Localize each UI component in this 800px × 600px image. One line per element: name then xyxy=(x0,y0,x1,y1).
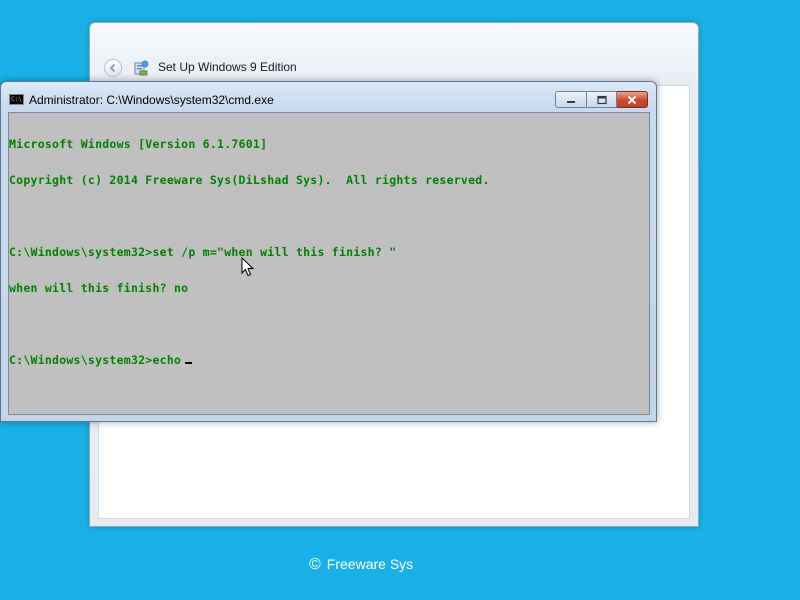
desktop: Set Up Windows 9 Edition C:\ Administrat… xyxy=(0,0,800,600)
cmd-window-title: Administrator: C:\Windows\system32\cmd.e… xyxy=(29,93,274,107)
command-prompt-icon: C:\ xyxy=(9,94,24,105)
copyright-icon: © xyxy=(309,556,321,573)
setup-header: Set Up Windows 9 Edition xyxy=(90,53,698,83)
back-arrow-icon xyxy=(109,63,116,73)
text-cursor xyxy=(185,362,193,364)
maximize-icon xyxy=(596,95,607,104)
console-output-area[interactable]: Microsoft Windows [Version 6.1.7601] Cop… xyxy=(8,112,650,415)
console-prompt-text: C:\Windows\system32>echo xyxy=(9,353,182,367)
minimize-icon xyxy=(567,100,575,103)
cmd-titlebar[interactable]: C:\ Administrator: C:\Windows\system32\c… xyxy=(1,82,656,110)
caption-buttons xyxy=(555,91,648,109)
setup-icon xyxy=(134,60,149,76)
console-line: when will this finish? no xyxy=(9,281,189,295)
mouse-pointer-icon xyxy=(241,257,255,277)
console-prompt-line[interactable]: C:\Windows\system32>echo xyxy=(9,354,490,366)
close-button[interactable] xyxy=(617,91,648,108)
back-button[interactable] xyxy=(104,59,122,77)
footer-brand: © Freeware Sys xyxy=(309,556,413,574)
footer-brand-text: Freeware Sys xyxy=(326,556,414,572)
console-line: Copyright (c) 2014 Freeware Sys(DiLshad … xyxy=(9,173,490,187)
maximize-button[interactable] xyxy=(587,91,617,108)
setup-title: Set Up Windows 9 Edition xyxy=(158,60,297,74)
console-line: Microsoft Windows [Version 6.1.7601] xyxy=(9,137,268,151)
minimize-button[interactable] xyxy=(555,91,587,108)
close-icon xyxy=(627,95,637,104)
console-text: Microsoft Windows [Version 6.1.7601] Cop… xyxy=(9,114,490,390)
command-prompt-window[interactable]: C:\ Administrator: C:\Windows\system32\c… xyxy=(0,81,657,422)
